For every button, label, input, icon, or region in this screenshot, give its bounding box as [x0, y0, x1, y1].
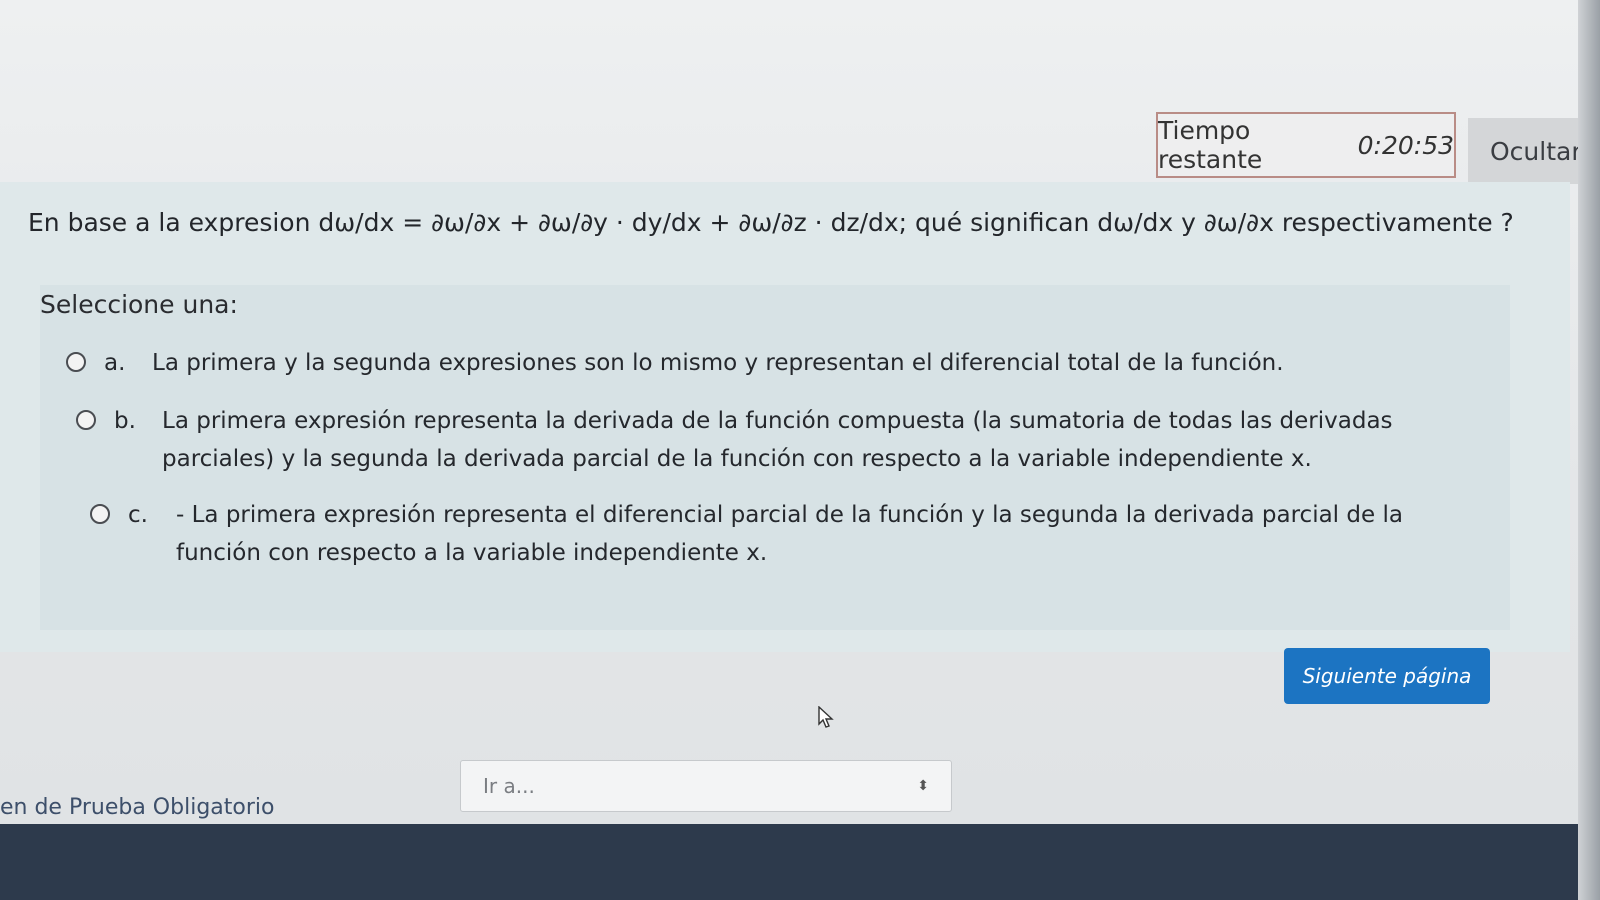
time-remaining-box: Tiempo restante 0:20:53 — [1156, 112, 1456, 178]
radio-button-c[interactable] — [90, 504, 110, 524]
answer-option-b[interactable]: b. La primera expresión representa la de… — [76, 402, 1496, 478]
answer-option-a[interactable]: a. La primera y la segunda expresiones s… — [66, 344, 1486, 382]
option-letter-c: c. — [128, 502, 148, 528]
mouse-pointer-icon — [818, 706, 834, 728]
screen-edge — [1578, 0, 1600, 900]
select-arrows-icon: ⬍ — [917, 778, 929, 794]
footer-bar — [0, 824, 1600, 900]
time-remaining-value: 0:20:53 — [1357, 130, 1454, 160]
radio-button-b[interactable] — [76, 410, 96, 430]
jump-to-placeholder: Ir a... — [483, 774, 535, 798]
option-text-c: - La primera expresión representa el dif… — [176, 502, 1403, 566]
quiz-page: Tiempo restante 0:20:53 Ocultar En base … — [0, 0, 1600, 900]
option-letter-b: b. — [114, 408, 136, 434]
question-text: En base a la expresion dω/dx = ∂ω/∂x + ∂… — [28, 208, 1514, 237]
select-one-prompt: Seleccione una: — [40, 290, 238, 319]
option-text-b: La primera expresión representa la deriv… — [162, 408, 1393, 472]
radio-button-a[interactable] — [66, 352, 86, 372]
option-text-a: La primera y la segunda expresiones son … — [152, 350, 1284, 376]
option-letter-a: a. — [104, 350, 126, 376]
answer-option-c[interactable]: c. - La primera expresión representa el … — [90, 496, 1490, 572]
quiz-title-footer: en de Prueba Obligatorio — [0, 795, 275, 820]
time-remaining-label: Tiempo restante — [1158, 116, 1263, 174]
jump-to-select[interactable]: Ir a... ⬍ — [460, 760, 952, 812]
next-page-button[interactable]: Siguiente página — [1284, 648, 1490, 704]
